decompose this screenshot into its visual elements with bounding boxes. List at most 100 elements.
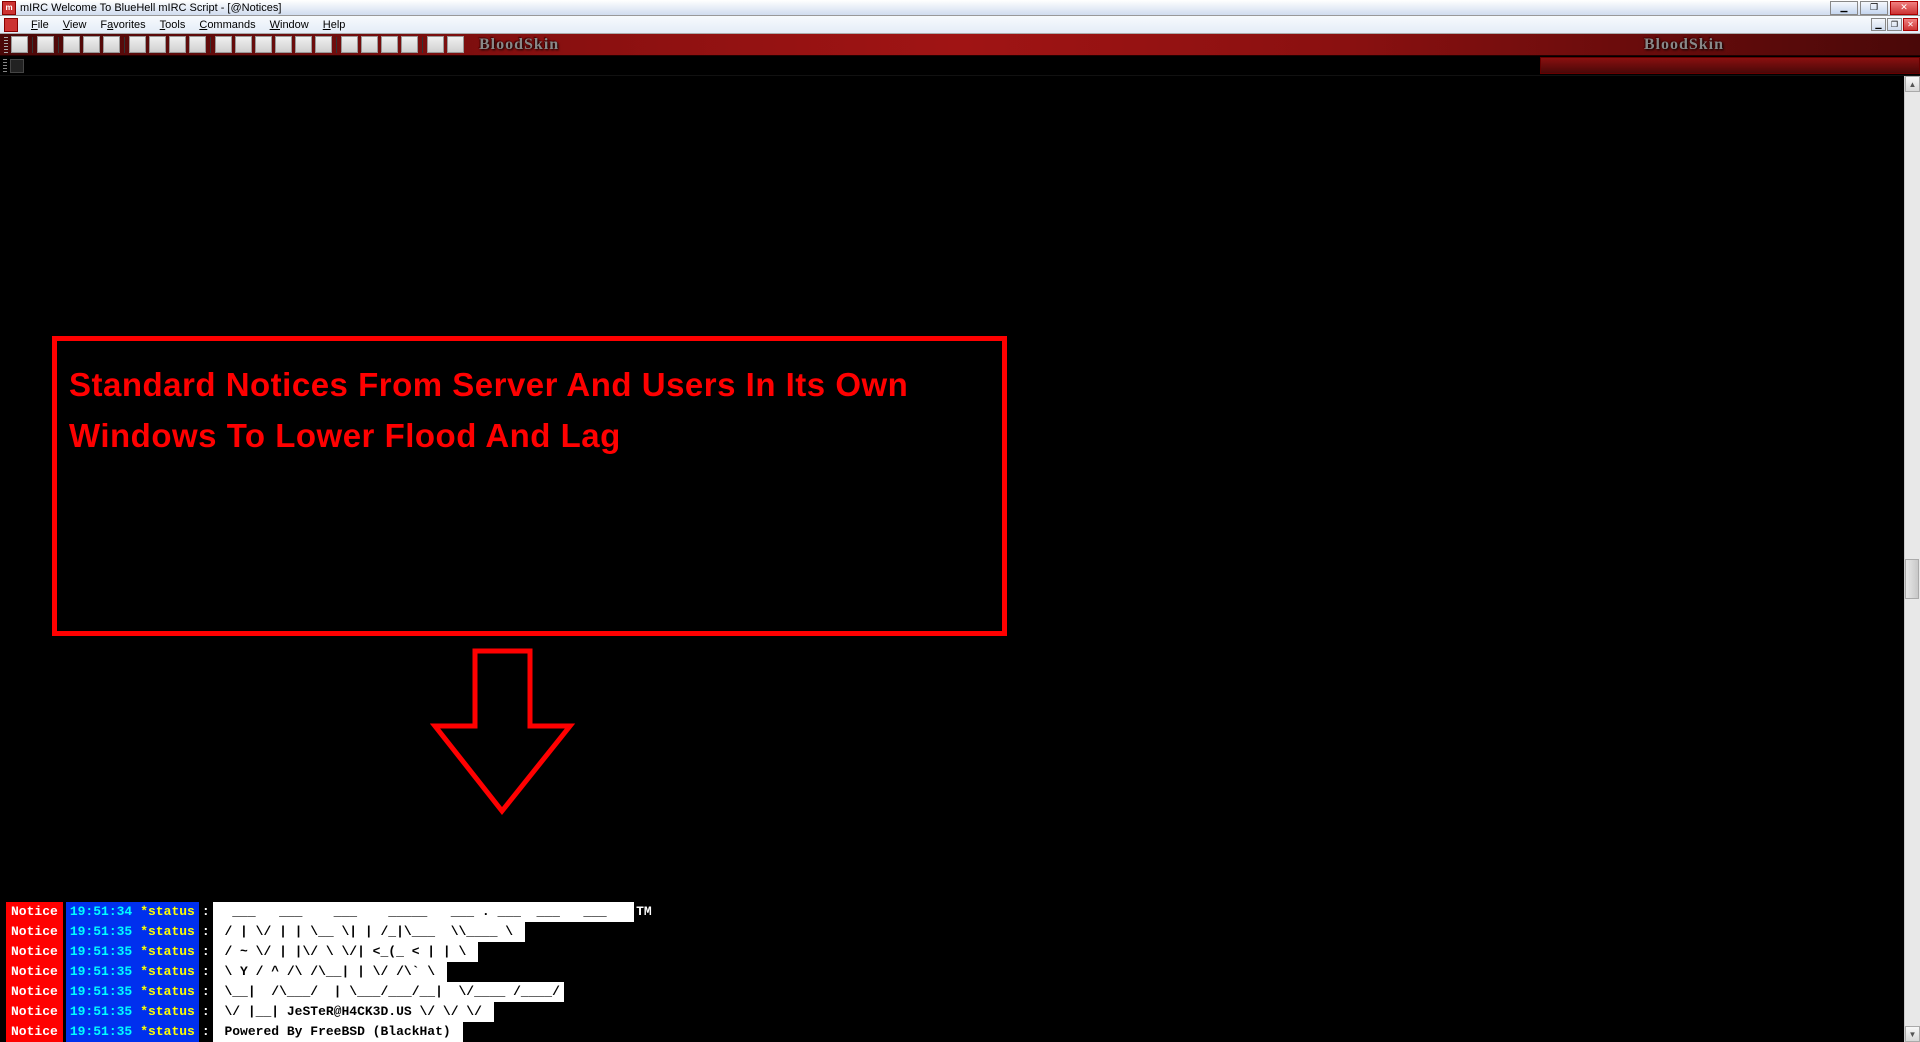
notice-label: Notice [6, 922, 63, 942]
tool-separator [422, 37, 423, 53]
notice-label: Notice [6, 902, 63, 922]
annotation-arrow-icon [430, 646, 580, 826]
menu-view[interactable]: View [56, 17, 94, 33]
notice-row: Notice 19:51:35*status: / | \/ | | \__ \… [6, 922, 652, 942]
menu-help[interactable]: Help [316, 17, 353, 33]
notice-time: 19:51:34 [66, 902, 136, 922]
notice-row: Notice 19:51:35*status: \ Y / ^ /\ /\__|… [6, 962, 652, 982]
tool-btn-6[interactable] [129, 36, 146, 53]
tool-btn-11[interactable] [235, 36, 252, 53]
mdi-minimize-button[interactable]: ▁ [1871, 18, 1886, 31]
tool-btn-2[interactable] [37, 36, 54, 53]
notice-time: 19:51:35 [66, 942, 136, 962]
notice-label: Notice [6, 1002, 63, 1022]
close-button[interactable]: ✕ [1890, 1, 1918, 15]
toolbar: BloodSkin BloodSkin [0, 34, 1920, 56]
app-icon: m [2, 1, 16, 15]
titlebar-text: mIRC Welcome To BlueHell mIRC Script - [… [20, 2, 1830, 14]
notice-status: *status [136, 902, 199, 922]
annotation-box: Standard Notices From Server And Users I… [52, 336, 1007, 636]
notice-colon: : [199, 982, 213, 1002]
tool-btn-19[interactable] [401, 36, 418, 53]
mdi-controls: ▁ ❐ ✕ [1871, 18, 1918, 31]
notice-label: Notice [6, 962, 63, 982]
notice-colon: : [199, 922, 213, 942]
menu-favorites[interactable]: Favorites [93, 17, 152, 33]
switchbar-active-tab[interactable] [1540, 57, 1920, 74]
notice-message: \/ |__| JeSTeR@H4CK3D.US \/ \/ \/ [213, 1002, 494, 1022]
notice-colon: : [199, 1002, 213, 1022]
tool-btn-5[interactable] [103, 36, 120, 53]
menubar: File View Favorites Tools Commands Windo… [0, 16, 1920, 34]
tool-btn-12[interactable] [255, 36, 272, 53]
notice-colon: : [199, 1022, 213, 1042]
notice-colon: : [199, 962, 213, 982]
tool-btn-10[interactable] [215, 36, 232, 53]
scrollbar-up-button[interactable]: ▲ [1905, 76, 1920, 92]
notice-status: *status [136, 1022, 199, 1042]
tool-btn-4[interactable] [83, 36, 100, 53]
notice-status: *status [136, 922, 199, 942]
switchbar-button[interactable] [10, 59, 24, 73]
notice-message: ___ ___ ___ _____ ___ . ___ ___ ___ [213, 902, 634, 922]
notice-message: / ~ \/ | |\/ \ \/| <_(_ < | | \ [213, 942, 478, 962]
tool-btn-3[interactable] [63, 36, 80, 53]
tool-btn-14[interactable] [295, 36, 312, 53]
notice-status: *status [136, 942, 199, 962]
tool-separator [124, 37, 125, 53]
notice-log: Notice 19:51:34*status: ___ ___ ___ ____… [6, 902, 652, 1042]
notice-status: *status [136, 982, 199, 1002]
notice-time: 19:51:35 [66, 922, 136, 942]
tool-btn-9[interactable] [189, 36, 206, 53]
notice-colon: : [199, 902, 213, 922]
annotation-text: Standard Notices From Server And Users I… [69, 359, 990, 461]
notice-row: Notice 19:51:35*status: \__| /\___/ | \_… [6, 982, 652, 1002]
menu-window[interactable]: Window [263, 17, 316, 33]
content-area: Standard Notices From Server And Users I… [0, 76, 1920, 1042]
minimize-button[interactable]: ▁ [1830, 1, 1858, 15]
tool-btn-18[interactable] [381, 36, 398, 53]
tool-separator [32, 37, 33, 53]
notice-message: \ Y / ^ /\ /\__| | \/ /\` \ [213, 962, 447, 982]
toolbar-brand-left: BloodSkin [467, 36, 571, 54]
tool-separator [58, 37, 59, 53]
notice-label: Notice [6, 1022, 63, 1042]
toolbar-brand-right: BloodSkin [1632, 36, 1736, 54]
menu-commands[interactable]: Commands [192, 17, 262, 33]
tool-separator [336, 37, 337, 53]
notice-label: Notice [6, 982, 63, 1002]
mdi-close-button[interactable]: ✕ [1903, 18, 1918, 31]
tool-btn-16[interactable] [341, 36, 358, 53]
notice-time: 19:51:35 [66, 962, 136, 982]
notice-row: Notice 19:51:35*status: Powered By FreeB… [6, 1022, 652, 1042]
notice-time: 19:51:35 [66, 1022, 136, 1042]
tool-btn-1[interactable] [11, 36, 28, 53]
tool-btn-21[interactable] [447, 36, 464, 53]
tool-btn-20[interactable] [427, 36, 444, 53]
notice-time: 19:51:35 [66, 982, 136, 1002]
menu-file[interactable]: File [24, 17, 56, 33]
window-controls: ▁ ❐ ✕ [1830, 1, 1918, 15]
mdi-app-icon[interactable] [4, 18, 18, 32]
notice-row: Notice 19:51:35*status: \/ |__| JeSTeR@H… [6, 1002, 652, 1022]
tool-separator [210, 37, 211, 53]
notice-status: *status [136, 1002, 199, 1022]
tool-btn-15[interactable] [315, 36, 332, 53]
maximize-button[interactable]: ❐ [1860, 1, 1888, 15]
tool-btn-17[interactable] [361, 36, 378, 53]
menu-tools[interactable]: Tools [153, 17, 193, 33]
tool-btn-8[interactable] [169, 36, 186, 53]
titlebar: m mIRC Welcome To BlueHell mIRC Script -… [0, 0, 1920, 16]
scrollbar-down-button[interactable]: ▼ [1905, 1026, 1920, 1042]
mdi-restore-button[interactable]: ❐ [1887, 18, 1902, 31]
notice-row: Notice 19:51:34*status: ___ ___ ___ ____… [6, 902, 652, 922]
switchbar [0, 56, 1920, 76]
notice-time: 19:51:35 [66, 1002, 136, 1022]
switchbar-grip[interactable] [3, 59, 7, 73]
toolbar-grip[interactable] [4, 37, 8, 53]
tool-btn-7[interactable] [149, 36, 166, 53]
tool-btn-13[interactable] [275, 36, 292, 53]
notice-row: Notice 19:51:35*status: / ~ \/ | |\/ \ \… [6, 942, 652, 962]
scrollbar-thumb[interactable] [1905, 559, 1919, 599]
vertical-scrollbar[interactable]: ▲ ▼ [1904, 76, 1920, 1042]
